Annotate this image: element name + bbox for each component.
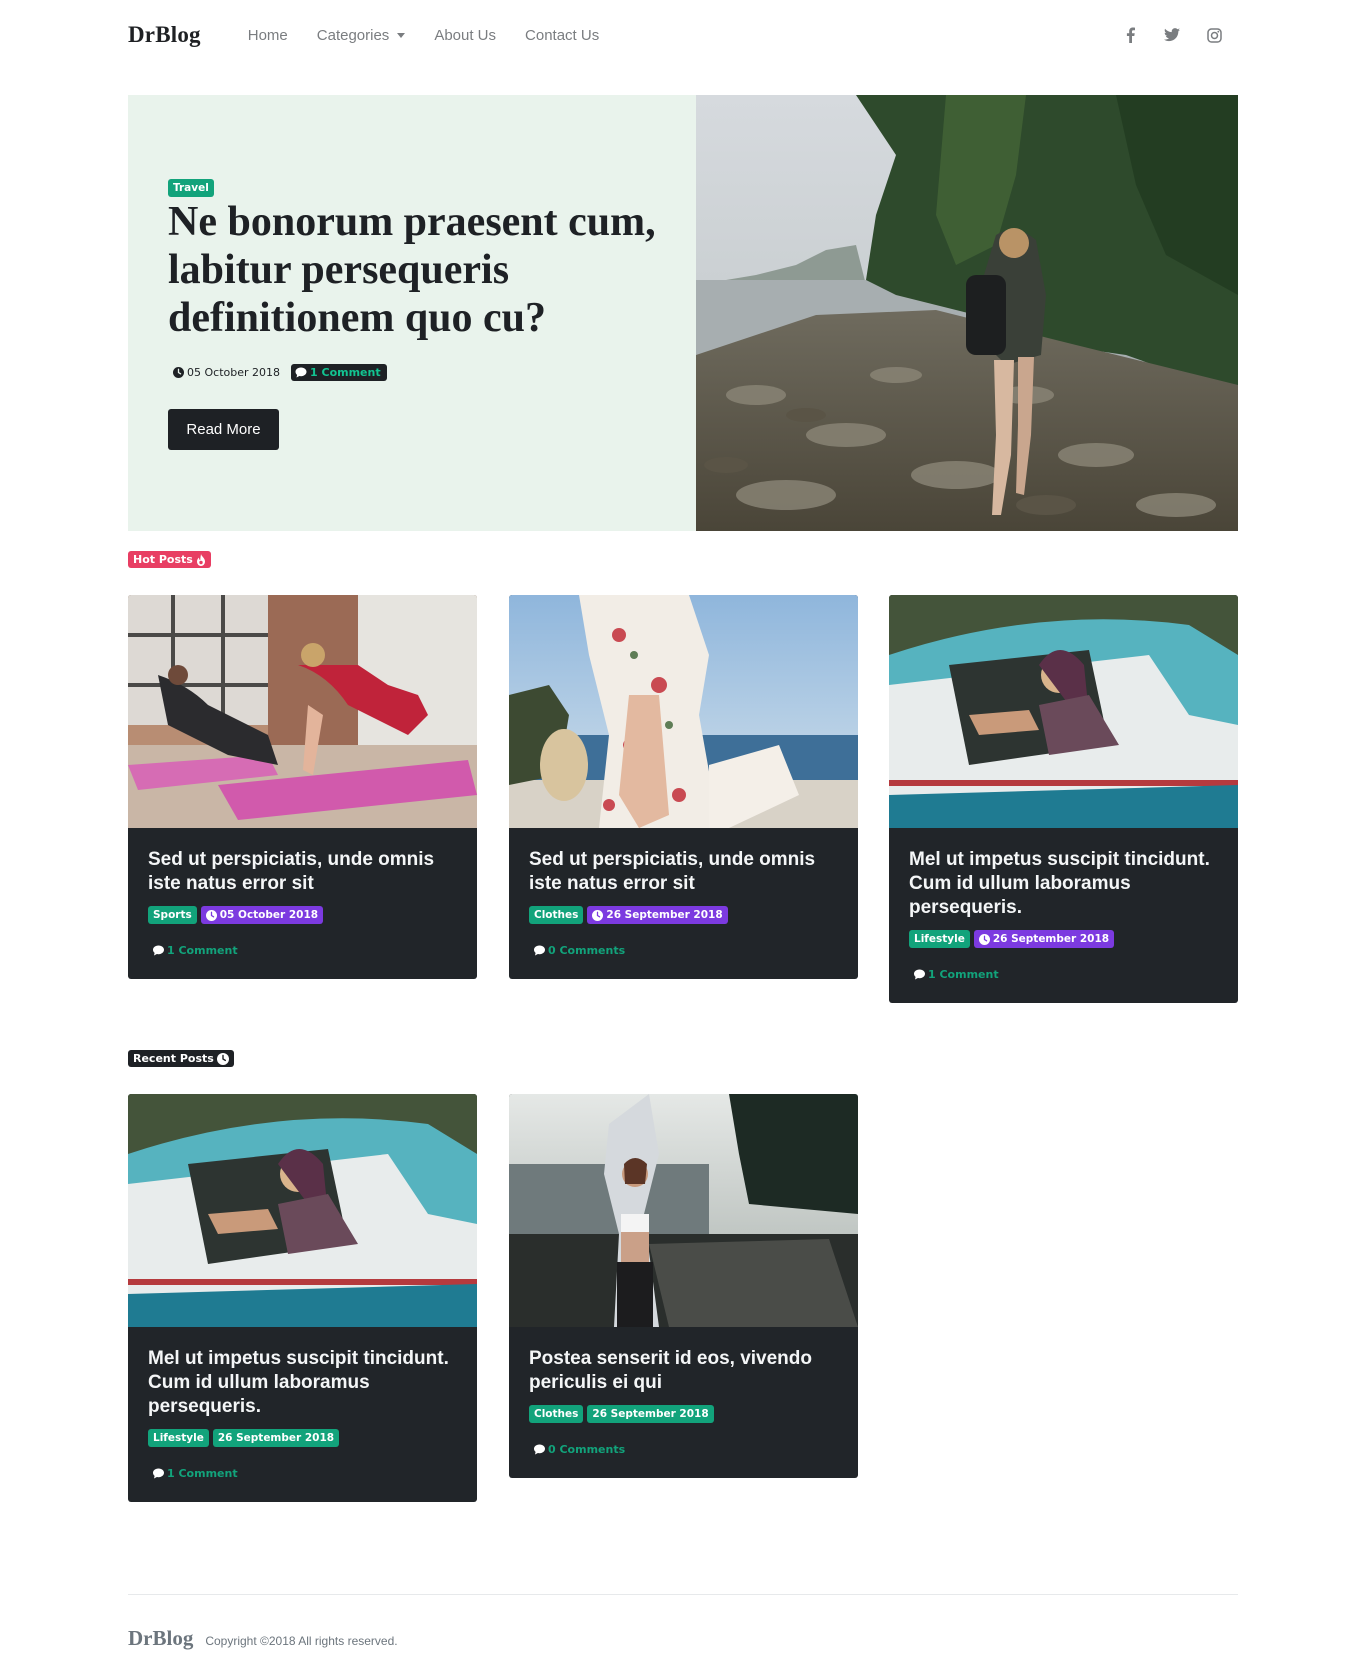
navbar: DrBlog Home Categories About Us Contact …: [128, 18, 1238, 52]
footer-copyright: Copyright ©2018 All rights reserved.: [205, 1634, 398, 1648]
date-badge: 26 September 2018: [587, 1405, 714, 1423]
clock-icon: [592, 909, 604, 921]
footer-brand[interactable]: DrBlog: [128, 1626, 193, 1651]
post-date-text: 05 October 2018: [187, 366, 281, 379]
post-image[interactable]: [128, 1094, 477, 1327]
nav-categories-label: Categories: [316, 26, 390, 44]
category-badge[interactable]: Clothes: [529, 1405, 584, 1423]
clock-icon: [216, 1052, 229, 1065]
post-comments[interactable]: 0 Comments: [533, 944, 838, 957]
comment-icon: [153, 945, 164, 956]
recent-posts-label-text: Recent Posts: [133, 1052, 214, 1065]
brand-logo[interactable]: DrBlog: [128, 22, 201, 48]
instagram-icon[interactable]: [1206, 27, 1222, 43]
post-comments[interactable]: 1 Comment: [913, 968, 1218, 981]
post-title[interactable]: Sed ut perspiciatis, unde omnis iste nat…: [529, 848, 838, 896]
footer-divider: [128, 1594, 1238, 1595]
category-badge[interactable]: Sports: [148, 906, 197, 924]
nav-categories[interactable]: Categories: [317, 27, 406, 44]
post-comments-text: 1 Comment: [310, 366, 381, 379]
post-title[interactable]: Mel ut impetus suscipit tincidunt. Cum i…: [909, 848, 1218, 920]
featured-post-content: Travel Ne bonorum praesent cum, labitur …: [128, 95, 696, 531]
featured-post: Travel Ne bonorum praesent cum, labitur …: [128, 95, 1238, 531]
comment-icon: [153, 1468, 164, 1479]
date-text: 26 September 2018: [992, 933, 1110, 945]
comment-icon: [534, 1444, 545, 1455]
date-badge: 26 September 2018: [212, 1429, 340, 1447]
date-text: 26 September 2018: [606, 909, 723, 921]
twitter-icon[interactable]: [1164, 27, 1180, 43]
social-links: [1122, 27, 1238, 43]
post-body: Postea senserit id eos, vivendo periculi…: [509, 1327, 858, 1478]
clock-icon: [978, 933, 990, 945]
post-image[interactable]: [889, 595, 1238, 828]
post-comments[interactable]: 1 Comment: [152, 1467, 457, 1480]
chevron-down-icon: [397, 32, 406, 38]
category-badge[interactable]: Clothes: [529, 906, 584, 924]
post-card[interactable]: Sed ut perspiciatis, unde omnis iste nat…: [128, 595, 477, 979]
read-more-button[interactable]: Read More: [168, 409, 279, 450]
comments-text: 0 Comments: [548, 1443, 626, 1456]
featured-post-meta: 05 October 2018 1 Comment: [170, 364, 387, 381]
date-badge: 26 September 2018: [587, 906, 728, 924]
post-image[interactable]: [509, 1094, 858, 1327]
post-card[interactable]: Sed ut perspiciatis, unde omnis iste nat…: [509, 595, 858, 979]
category-badge[interactable]: Travel: [168, 179, 214, 197]
nav-contact[interactable]: Contact Us: [525, 27, 599, 44]
post-image[interactable]: [509, 595, 858, 828]
post-meta: Sports 05 October 2018: [148, 906, 457, 924]
post-meta: Lifestyle 26 September 2018: [148, 1429, 457, 1447]
facebook-icon[interactable]: [1122, 27, 1138, 43]
post-card[interactable]: Mel ut impetus suscipit tincidunt. Cum i…: [889, 595, 1238, 1003]
post-card[interactable]: Mel ut impetus suscipit tincidunt. Cum i…: [128, 1094, 477, 1502]
recent-posts-label: Recent Posts: [128, 1050, 234, 1067]
date-badge: 26 September 2018: [973, 930, 1115, 948]
comments-text: 0 Comments: [548, 944, 626, 957]
featured-post-title[interactable]: Ne bonorum praesent cum, labitur persequ…: [168, 198, 688, 342]
post-body: Mel ut impetus suscipit tincidunt. Cum i…: [889, 828, 1238, 1003]
category-badge[interactable]: Lifestyle: [909, 930, 970, 948]
post-body: Mel ut impetus suscipit tincidunt. Cum i…: [128, 1327, 477, 1502]
post-comments[interactable]: 1 Comment: [152, 944, 457, 957]
nav-links: Home Categories About Us Contact Us: [248, 27, 628, 44]
post-date: 05 October 2018: [170, 365, 283, 380]
comments-text: 1 Comment: [167, 1467, 238, 1480]
post-meta: Clothes 26 September 2018: [529, 1405, 838, 1423]
comment-icon: [534, 945, 545, 956]
nav-home[interactable]: Home: [248, 27, 288, 44]
comments-text: 1 Comment: [167, 944, 238, 957]
post-title[interactable]: Mel ut impetus suscipit tincidunt. Cum i…: [148, 1347, 457, 1419]
footer: DrBlog Copyright ©2018 All rights reserv…: [128, 1626, 398, 1651]
post-image[interactable]: [128, 595, 477, 828]
comment-icon: [295, 367, 307, 378]
post-meta: Clothes 26 September 2018: [529, 906, 838, 924]
post-card[interactable]: Postea senserit id eos, vivendo periculi…: [509, 1094, 858, 1478]
date-badge: 05 October 2018: [200, 906, 324, 924]
post-body: Sed ut perspiciatis, unde omnis iste nat…: [509, 828, 858, 979]
post-title[interactable]: Sed ut perspiciatis, unde omnis iste nat…: [148, 848, 457, 896]
date-text: 05 October 2018: [219, 909, 319, 921]
featured-post-image[interactable]: [696, 95, 1238, 531]
nav-about[interactable]: About Us: [434, 27, 496, 44]
post-comments[interactable]: 0 Comments: [533, 1443, 838, 1456]
post-comments[interactable]: 1 Comment: [291, 364, 387, 381]
comment-icon: [914, 969, 925, 980]
post-title[interactable]: Postea senserit id eos, vivendo periculi…: [529, 1347, 838, 1395]
comments-text: 1 Comment: [928, 968, 999, 981]
post-body: Sed ut perspiciatis, unde omnis iste nat…: [128, 828, 477, 979]
hot-posts-label: Hot Posts: [128, 551, 211, 568]
fire-icon: [196, 553, 205, 566]
post-meta: Lifestyle 26 September 2018: [909, 930, 1218, 948]
clock-icon: [205, 909, 217, 921]
hot-posts-label-text: Hot Posts: [133, 553, 193, 566]
category-badge[interactable]: Lifestyle: [148, 1429, 209, 1447]
clock-icon: [173, 367, 184, 378]
